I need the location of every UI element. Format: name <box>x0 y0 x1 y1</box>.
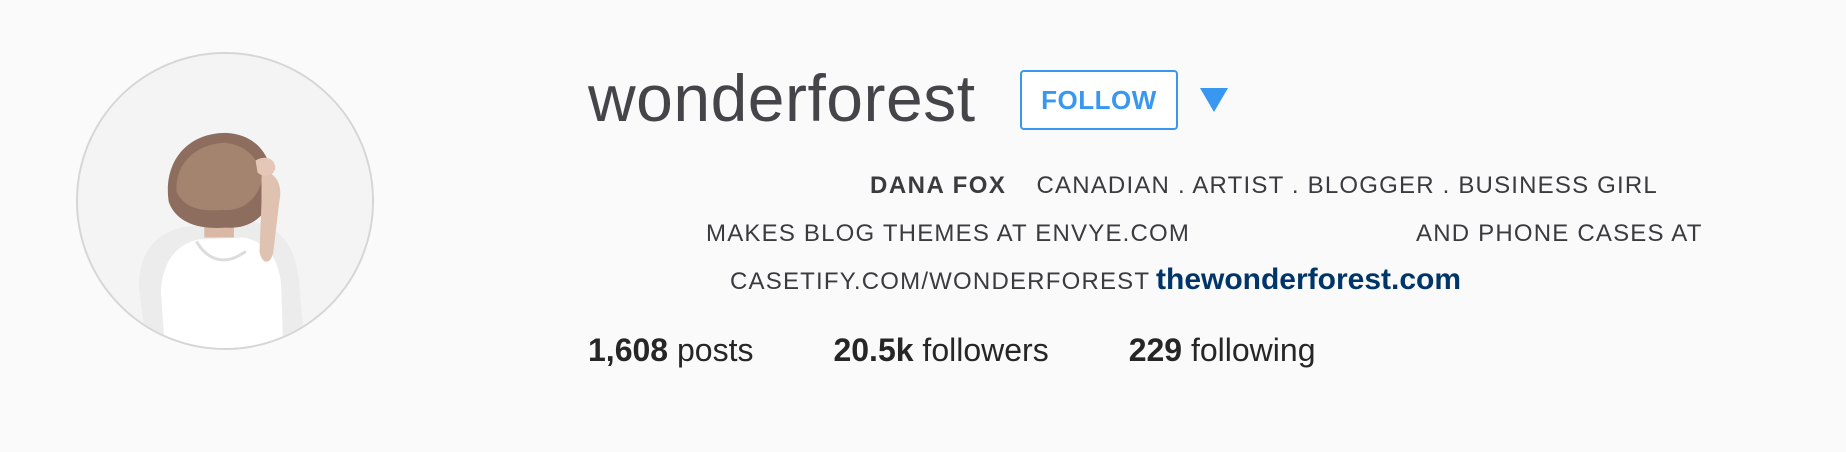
profile-photo <box>78 54 372 348</box>
bio-tagline: CANADIAN . ARTIST . BLOGGER . BUSINESS G… <box>1036 172 1658 199</box>
username: wonderforest <box>588 61 976 135</box>
following-label: following <box>1190 332 1316 368</box>
profile-header: wonderforest FOLLOW DANA FOX CANADIAN . A… <box>0 0 1846 452</box>
follow-button[interactable]: FOLLOW <box>1020 70 1178 130</box>
caret-down-icon[interactable] <box>1200 88 1228 112</box>
bio-line-2-right: AND PHONE CASES AT <box>1416 220 1703 247</box>
bio-line-2-left: MAKES BLOG THEMES AT ENVYE.COM <box>706 220 1191 247</box>
profile-stats: 1,608 posts 20.5k followers 229 followin… <box>588 332 1395 382</box>
posts-count: 1,608 <box>588 332 669 368</box>
website-link[interactable]: thewonderforest.com <box>1156 260 1461 300</box>
following-stat[interactable]: 229 following <box>1129 332 1316 382</box>
posts-label: posts <box>676 332 754 368</box>
bio-line-3: CASETIFY.COM/WONDERFOREST <box>730 268 1151 295</box>
followers-count: 20.5k <box>833 332 914 368</box>
avatar[interactable] <box>76 52 374 350</box>
followers-label: followers <box>922 332 1049 368</box>
followers-stat[interactable]: 20.5k followers <box>833 332 1048 382</box>
following-count: 229 <box>1128 332 1183 368</box>
bio-name: DANA FOX <box>870 172 1007 199</box>
posts-stat[interactable]: 1,608 posts <box>588 332 753 382</box>
